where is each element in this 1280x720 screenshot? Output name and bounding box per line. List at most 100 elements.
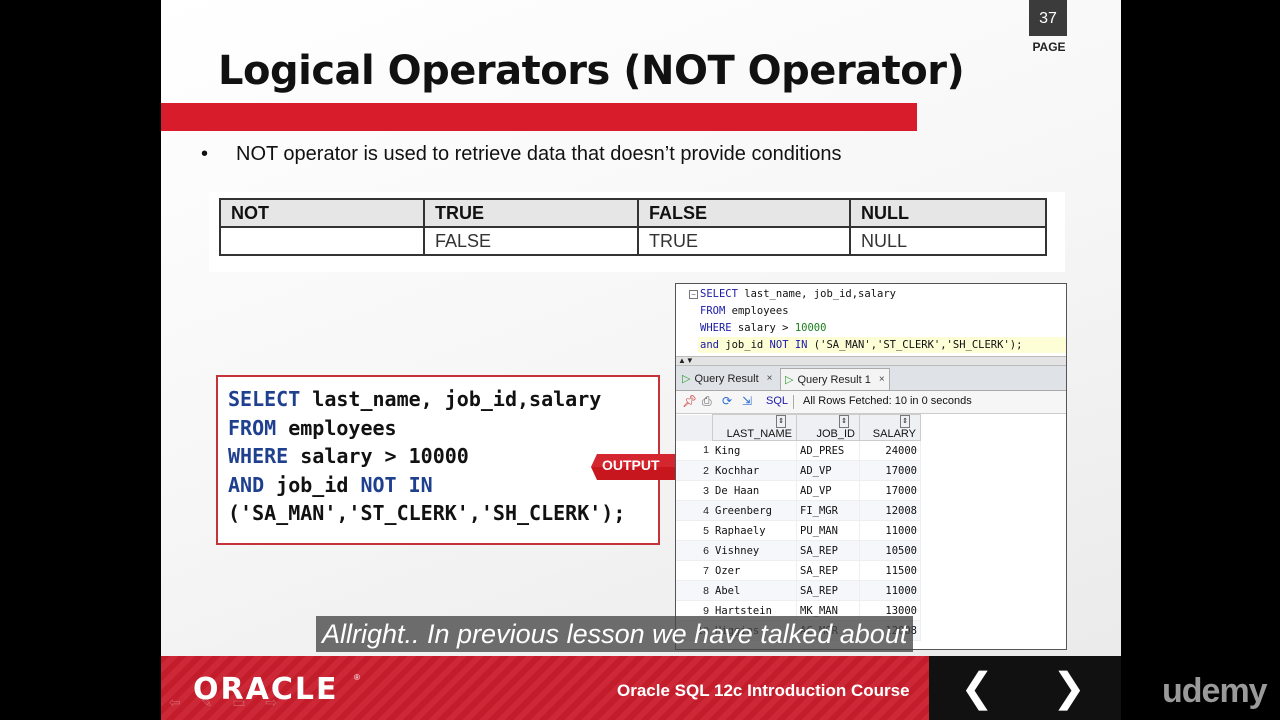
title-accent-bar xyxy=(161,103,917,131)
truth-table: NOT TRUE FALSE NULL FALSE TRUE NULL xyxy=(219,198,1047,256)
cell-last-name: Raphaely xyxy=(712,520,797,541)
cell-job-id: SA_REP xyxy=(796,580,860,601)
row-number: 2 xyxy=(676,460,712,481)
page-number: 37 xyxy=(1029,0,1067,36)
table-row[interactable]: 3 De Haan AD_VP 17000 xyxy=(676,480,921,501)
close-icon[interactable]: × xyxy=(767,373,773,384)
row-number: 4 xyxy=(676,500,712,521)
pane-splitter[interactable]: ▲▼ xyxy=(676,356,1066,366)
sql-code: SELECT last_name, job_id,salary FROM emp… xyxy=(228,385,625,528)
udemy-watermark: udemy xyxy=(1162,672,1268,710)
cell-last-name: Greenberg xyxy=(712,500,797,521)
bullet-icon: • xyxy=(201,143,209,165)
code-text: salary > 10000 xyxy=(288,444,469,468)
output-label: OUTPUT xyxy=(602,457,660,473)
code-text: employees xyxy=(725,305,789,317)
export-icon[interactable]: ⇲ xyxy=(742,394,752,408)
next-slide-button[interactable]: ❯ xyxy=(1049,666,1089,710)
refresh-icon[interactable]: ⟳ xyxy=(722,394,732,408)
truth-table-cell: TRUE xyxy=(637,226,851,256)
table-row[interactable]: 2 Kochhar AD_VP 17000 xyxy=(676,460,921,481)
table-row[interactable]: 4 Greenberg FI_MGR 12008 xyxy=(676,500,921,521)
code-text: ('SA_MAN','ST_CLERK','SH_CLERK'); xyxy=(228,501,626,525)
column-header-label: LAST_NAME xyxy=(726,428,792,440)
row-number: 5 xyxy=(676,520,712,541)
sql-keyword: FROM xyxy=(228,415,277,440)
code-text: last_name, job_id,salary xyxy=(300,387,602,411)
column-header[interactable]: ⇕SALARY xyxy=(859,414,921,441)
code-text: last_name, job_id,salary xyxy=(737,288,896,300)
sql-keyword: and xyxy=(700,339,719,351)
editor-line: SELECT last_name, job_id,salary xyxy=(700,288,896,300)
code-text: job_id xyxy=(718,339,770,351)
row-number: 6 xyxy=(676,540,712,561)
cell-salary: 24000 xyxy=(859,440,921,461)
result-toolbar: 📌︎ ⎙ ⟳ ⇲ SQL All Rows Fetched: 10 in 0 s… xyxy=(676,391,1066,414)
result-grid: ⇕LAST_NAME ⇕JOB_ID ⇕SALARY 1 King AD_PRES 2… xyxy=(676,414,921,641)
pin-icon[interactable]: 📌︎ xyxy=(682,394,697,408)
column-icon: ⇕ xyxy=(776,415,786,428)
row-number: 7 xyxy=(676,560,712,581)
cell-job-id: SA_REP xyxy=(796,560,860,581)
table-row[interactable]: 7 Ozer SA_REP 11500 xyxy=(676,560,921,581)
close-icon[interactable]: × xyxy=(879,374,885,385)
slide-title: Logical Operators (NOT Operator) xyxy=(218,48,965,94)
table-row[interactable]: 1 King AD_PRES 24000 xyxy=(676,440,921,461)
sql-keyword: NOT IN xyxy=(360,472,433,497)
sql-editor: − SELECT last_name, job_id,salary FROM e… xyxy=(676,284,1066,354)
print-icon[interactable]: ⎙ xyxy=(702,394,712,409)
cell-job-id: AD_PRES xyxy=(796,440,860,461)
result-tabbar: ▷ Query Result × ▷ Query Result 1 × xyxy=(676,366,1066,391)
code-line: ('SA_MAN','ST_CLERK','SH_CLERK'); xyxy=(228,499,625,528)
cell-last-name: De Haan xyxy=(712,480,797,501)
sql-button[interactable]: SQL xyxy=(766,395,788,407)
code-line: FROM employees xyxy=(228,414,625,443)
cell-last-name: King xyxy=(712,440,797,461)
footer-bar: ⇦ ✎ ▭ ⇨ ORACLE ® Oracle SQL 12c Introduc… xyxy=(161,656,1121,720)
cell-last-name: Ozer xyxy=(712,560,797,581)
editor-line: FROM employees xyxy=(700,305,789,317)
cell-job-id: FI_MGR xyxy=(796,500,860,521)
table-row[interactable]: 8 Abel SA_REP 11000 xyxy=(676,580,921,601)
code-number: 10000 xyxy=(794,322,827,334)
row-number: 8 xyxy=(676,580,712,601)
tab-query-result-1[interactable]: ▷ Query Result 1 × xyxy=(780,368,890,390)
column-icon: ⇕ xyxy=(839,415,849,428)
column-header[interactable]: ⇕JOB_ID xyxy=(796,414,860,441)
row-number: 1 xyxy=(676,440,712,461)
cell-job-id: PU_MAN xyxy=(796,520,860,541)
truth-table-cell: FALSE xyxy=(423,226,639,256)
row-number-header xyxy=(676,414,712,441)
truth-table-cell xyxy=(219,226,425,256)
code-text: employees xyxy=(276,415,397,440)
tab-query-result[interactable]: ▷ Query Result × xyxy=(678,368,777,389)
column-header-label: JOB_ID xyxy=(816,428,855,440)
registered-mark: ® xyxy=(354,673,360,682)
row-number: 3 xyxy=(676,480,712,501)
toolbar-divider xyxy=(793,395,794,409)
table-row[interactable]: 5 Raphaely PU_MAN 11000 xyxy=(676,520,921,541)
sql-keyword: WHERE xyxy=(228,444,289,468)
column-header[interactable]: ⇕LAST_NAME xyxy=(711,414,797,441)
truth-table-header: FALSE xyxy=(637,198,851,228)
page-label: PAGE xyxy=(1032,40,1066,54)
course-name: Oracle SQL 12c Introduction Course xyxy=(617,681,910,700)
sql-keyword: AND xyxy=(228,472,265,497)
slide: 37 PAGE Logical Operators (NOT Operator)… xyxy=(161,0,1121,720)
cell-salary: 11000 xyxy=(859,520,921,541)
column-header-label: SALARY xyxy=(872,428,916,440)
tab-label: Query Result 1 xyxy=(797,373,871,386)
split-arrows-icon: ▲▼ xyxy=(678,356,694,365)
previous-slide-button[interactable]: ❮ xyxy=(957,666,997,710)
code-line: AND job_id NOT IN xyxy=(228,471,625,500)
code-line: WHERE salary > 10000 xyxy=(228,442,625,471)
sql-keyword: WHERE xyxy=(700,322,732,334)
cell-salary: 11000 xyxy=(859,580,921,601)
truth-table-header: TRUE xyxy=(423,198,639,228)
sql-keyword: SELECT xyxy=(228,387,301,411)
truth-table-header: NULL xyxy=(849,198,1047,228)
cell-salary: 11500 xyxy=(859,560,921,581)
oracle-logo: ORACLE xyxy=(193,672,339,707)
table-row[interactable]: 6 Vishney SA_REP 10500 xyxy=(676,540,921,561)
truth-table-header: NOT xyxy=(219,198,425,228)
